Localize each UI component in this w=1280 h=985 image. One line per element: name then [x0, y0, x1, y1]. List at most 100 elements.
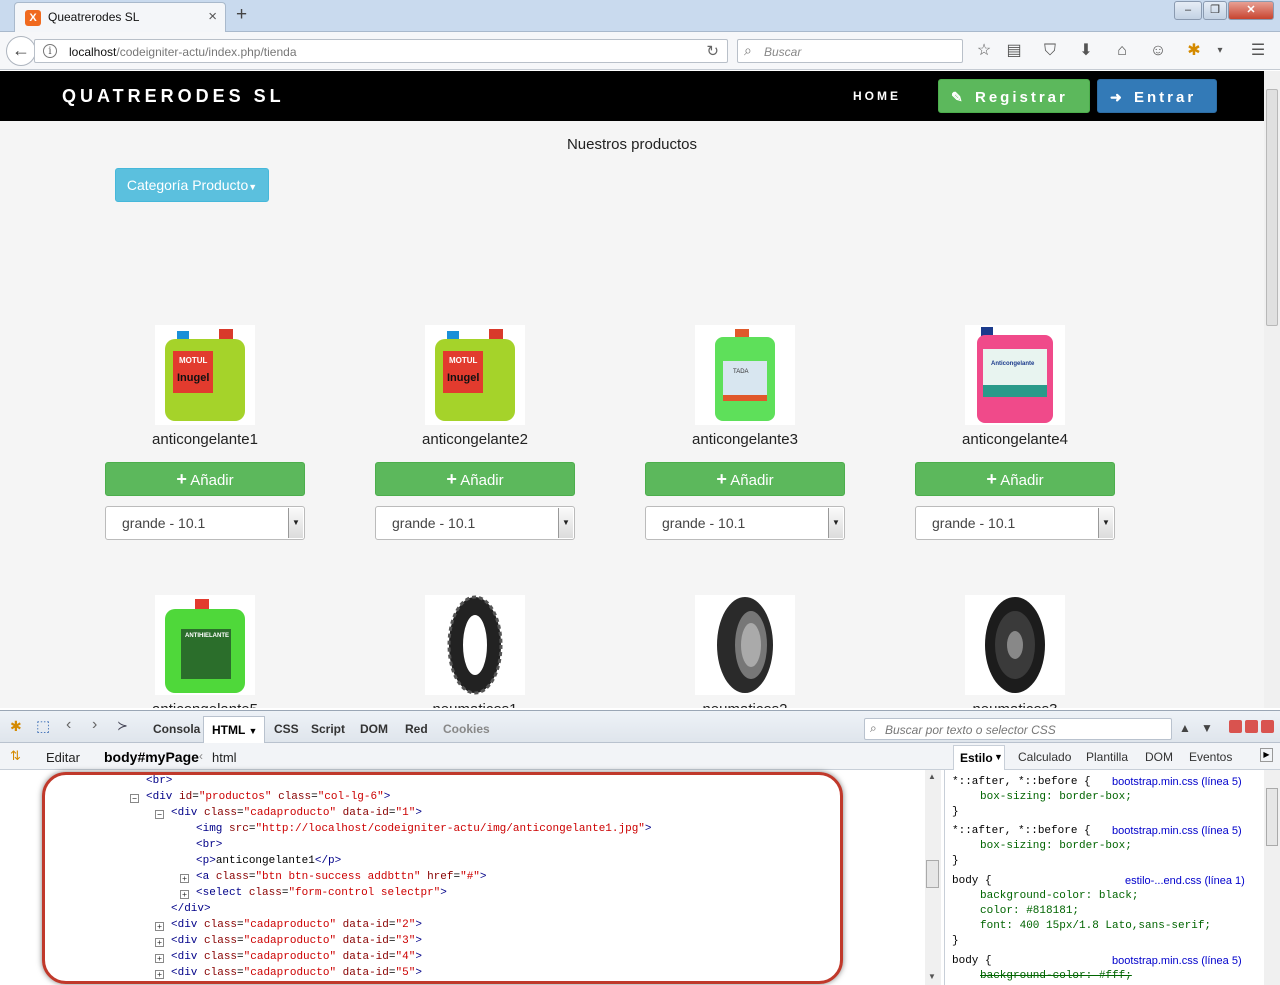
back-arrow-icon[interactable]: ← [6, 36, 36, 66]
edit-toggle-icon[interactable]: ⇅ [10, 748, 21, 764]
side-tab-style[interactable]: Estilo ▼ [953, 745, 1005, 770]
page-scrollbar[interactable] [1264, 71, 1280, 708]
url-bar[interactable]: i localhost/codeigniter-actu/index.php/t… [34, 39, 728, 63]
html-panel-scrollbar[interactable]: ▲ ▼ [925, 770, 941, 985]
caret-down-icon: ▼ [248, 182, 258, 192]
page-scrollbar-thumb[interactable] [1266, 89, 1278, 326]
url-path: /codeigniter-actu/index.php/tienda [116, 45, 297, 59]
login-button[interactable]: ➜ Entrar [1097, 79, 1217, 113]
breadcrumb-current[interactable]: body#myPage [104, 749, 199, 765]
firebug-menu-chevron-icon[interactable]: ▾ [1209, 40, 1231, 62]
side-tab-layout[interactable]: Plantilla [1086, 750, 1128, 764]
css-property[interactable]: color: #818181; [980, 904, 1079, 919]
css-source-link[interactable]: bootstrap.min.css (línea 5) [1112, 955, 1242, 967]
detach-firebug-icon[interactable] [1245, 720, 1258, 733]
css-property[interactable]: background-color: black; [980, 889, 1138, 904]
inspect-icon[interactable]: ⬚ [36, 717, 50, 735]
command-line-icon[interactable]: ≻ [117, 718, 128, 734]
add-to-cart-button[interactable]: + Añadir [105, 462, 305, 496]
close-window-button[interactable]: ✕ [1228, 1, 1274, 20]
chevron-down-icon[interactable]: ▼ [558, 508, 573, 538]
side-tab-dom[interactable]: DOM [1145, 750, 1173, 764]
arrow-right-icon: ➜ [1110, 89, 1122, 105]
browser-search-input[interactable]: ⌕ Buscar [737, 39, 963, 63]
tab-console[interactable]: Consola [153, 722, 200, 736]
category-dropdown[interactable]: Categoría Producto▼ [115, 168, 269, 202]
side-tab-computed[interactable]: Calculado [1018, 750, 1071, 764]
css-selector[interactable]: *::after, *::before { [952, 824, 1091, 839]
pocket-icon[interactable]: ⛉ [1039, 40, 1061, 62]
style-panel-scrollbar[interactable] [1264, 770, 1280, 985]
hello-icon[interactable]: ☺ [1147, 40, 1169, 62]
scroll-down-icon[interactable]: ▼ [928, 972, 936, 981]
new-tab-icon[interactable]: + [236, 4, 247, 26]
bookmark-star-icon[interactable]: ☆ [973, 40, 995, 62]
size-select[interactable]: grande - 10.1 ▼ [645, 506, 845, 540]
home-icon[interactable]: ⌂ [1111, 40, 1133, 62]
tab-net[interactable]: Red [405, 722, 428, 736]
edit-button[interactable]: Editar [46, 750, 80, 765]
tab-dom[interactable]: DOM [360, 722, 388, 736]
info-icon[interactable]: i [43, 44, 57, 58]
chevron-left-icon[interactable]: ‹ [66, 716, 71, 734]
chevron-down-icon[interactable]: ▼ [1197, 717, 1217, 739]
maximize-button[interactable]: ❐ [1203, 1, 1227, 20]
download-icon[interactable]: ⬇ [1075, 40, 1097, 62]
tab-html[interactable]: HTML ▼ [203, 716, 265, 743]
chevron-down-icon[interactable]: ▼ [288, 508, 303, 538]
tab-close-icon[interactable]: × [208, 8, 217, 25]
css-selector[interactable]: body { [952, 954, 992, 969]
site-brand[interactable]: QUATRERODES SL [62, 86, 285, 107]
svg-text:Inugel: Inugel [177, 372, 209, 384]
nav-home-link[interactable]: HOME [853, 89, 901, 103]
firebug-search-input[interactable]: ⌕ Buscar por texto o selector CSS [864, 718, 1172, 740]
hamburger-menu-icon[interactable]: ☰ [1247, 40, 1269, 62]
size-select[interactable]: grande - 10.1 ▼ [915, 506, 1115, 540]
css-selector[interactable]: *::after, *::before { [952, 775, 1091, 790]
reload-icon[interactable]: ↻ [706, 42, 719, 60]
chevron-down-icon[interactable]: ▼ [828, 508, 843, 538]
page-title: Nuestros productos [566, 136, 698, 153]
side-tab-events[interactable]: Eventos [1189, 750, 1232, 764]
firebug-subtoolbar: ⇅ Editar body#myPage ‹ html Estilo ▼ Calc… [0, 743, 1280, 770]
firebug-icon[interactable]: ✱ [1183, 40, 1205, 62]
firebug-logo-icon[interactable]: ✱ [10, 718, 22, 735]
product-name: anticongelante2 [422, 431, 528, 448]
product-image: MOTUL Inugel [425, 325, 525, 425]
css-property[interactable]: box-sizing: border-box; [980, 839, 1132, 854]
minimize-button[interactable]: – [1174, 1, 1202, 20]
breadcrumb-parent[interactable]: html [212, 750, 237, 765]
size-select[interactable]: grande - 10.1 ▼ [375, 506, 575, 540]
css-source-link[interactable]: bootstrap.min.css (línea 5) [1112, 776, 1242, 788]
scrollbar-thumb[interactable] [926, 860, 939, 888]
add-to-cart-button[interactable]: + Añadir [645, 462, 845, 496]
css-selector[interactable]: body { [952, 874, 992, 889]
css-property[interactable]: box-sizing: border-box; [980, 790, 1132, 805]
product-image [425, 595, 525, 695]
register-button[interactable]: ✎ Registrar [938, 79, 1090, 113]
browser-tab[interactable]: X Queatrerodes SL × [14, 2, 226, 32]
tab-script[interactable]: Script [311, 722, 345, 736]
css-source-link[interactable]: estilo-...end.css (línea 1) [1125, 875, 1245, 887]
scroll-up-icon[interactable]: ▲ [928, 772, 936, 781]
css-property-overridden[interactable]: background-color: #fff; [980, 969, 1132, 984]
svg-text:MOTUL: MOTUL [449, 356, 478, 365]
chevron-right-icon[interactable]: › [92, 716, 97, 734]
size-select[interactable]: grande - 10.1 ▼ [105, 506, 305, 540]
css-source-link[interactable]: bootstrap.min.css (línea 5) [1112, 825, 1242, 837]
reading-list-icon[interactable]: ▤ [1003, 40, 1025, 62]
chevron-up-icon[interactable]: ▲ [1175, 717, 1195, 739]
minimize-firebug-icon[interactable] [1229, 720, 1242, 733]
chevron-down-icon[interactable]: ▼ [1098, 508, 1113, 538]
scrollbar-thumb[interactable] [1266, 788, 1278, 846]
svg-text:MOTUL: MOTUL [179, 356, 208, 365]
css-property[interactable]: font: 400 15px/1.8 Lato,sans-serif; [980, 919, 1211, 934]
chevron-right-icon[interactable]: ▶ [1260, 748, 1273, 762]
tab-css[interactable]: CSS [274, 722, 299, 736]
page-viewport: QUATRERODES SL HOME ✎ Registrar ➜ Entrar N… [0, 71, 1264, 708]
browser-navbar: ← i localhost/codeigniter-actu/index.php… [0, 32, 1280, 70]
add-to-cart-button[interactable]: + Añadir [375, 462, 575, 496]
close-firebug-icon[interactable] [1261, 720, 1274, 733]
add-to-cart-button[interactable]: + Añadir [915, 462, 1115, 496]
tab-cookies[interactable]: Cookies [443, 722, 490, 736]
